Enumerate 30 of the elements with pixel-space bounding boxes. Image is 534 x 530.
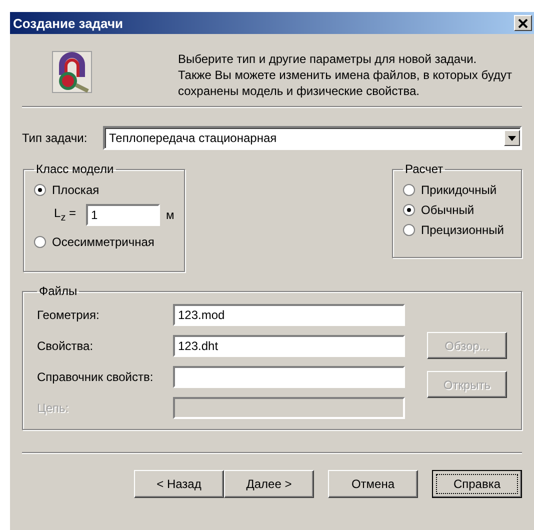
group-title: Класс модели <box>35 162 115 176</box>
file-field[interactable] <box>173 366 405 388</box>
file-field[interactable]: 123.dht <box>173 335 405 357</box>
intro-text: Также Вы можете изменить имена файлов, в которых будут <box>178 67 512 83</box>
radio-option[interactable]: Прецизионный <box>403 220 511 240</box>
field-label: Справочник свойств: <box>37 370 154 384</box>
radio-option[interactable]: Плоская <box>34 180 174 200</box>
dialog-button[interactable]: Далее > <box>224 470 314 498</box>
window-title: Создание задачи <box>13 16 124 30</box>
intro-text: сохранены модель и физические свойства. <box>178 83 420 99</box>
length-label: L$_{z}$ = <box>54 206 78 224</box>
dialog-button[interactable]: Отмена <box>328 470 418 498</box>
radio-option[interactable]: Осесимметричная <box>34 232 174 252</box>
intro-text: Выберите тип и другие параметры для новой задачи. <box>178 51 478 67</box>
file-field[interactable]: 123.mod <box>173 304 405 326</box>
close-button[interactable] <box>514 15 532 31</box>
group-title: Расчет <box>404 162 444 176</box>
magnet-icon <box>52 51 92 93</box>
field-label: Свойства: <box>37 339 94 353</box>
dialog-button[interactable]: < Назад <box>134 470 224 498</box>
close-icon <box>518 18 528 28</box>
field-label: Геометрия: <box>37 308 100 322</box>
unit-label: м <box>166 208 174 222</box>
radio-option[interactable]: Прикидочный <box>403 180 511 200</box>
task-type-label: Тип задачи: <box>22 131 88 145</box>
radio-option[interactable]: Обычный <box>403 200 511 220</box>
length-field[interactable]: 1 <box>86 204 160 226</box>
dialog-button[interactable]: Справка <box>432 470 522 498</box>
task-type-dropdown[interactable]: Теплопередача стационарная <box>103 126 522 150</box>
group-title: Файлы <box>38 284 78 298</box>
